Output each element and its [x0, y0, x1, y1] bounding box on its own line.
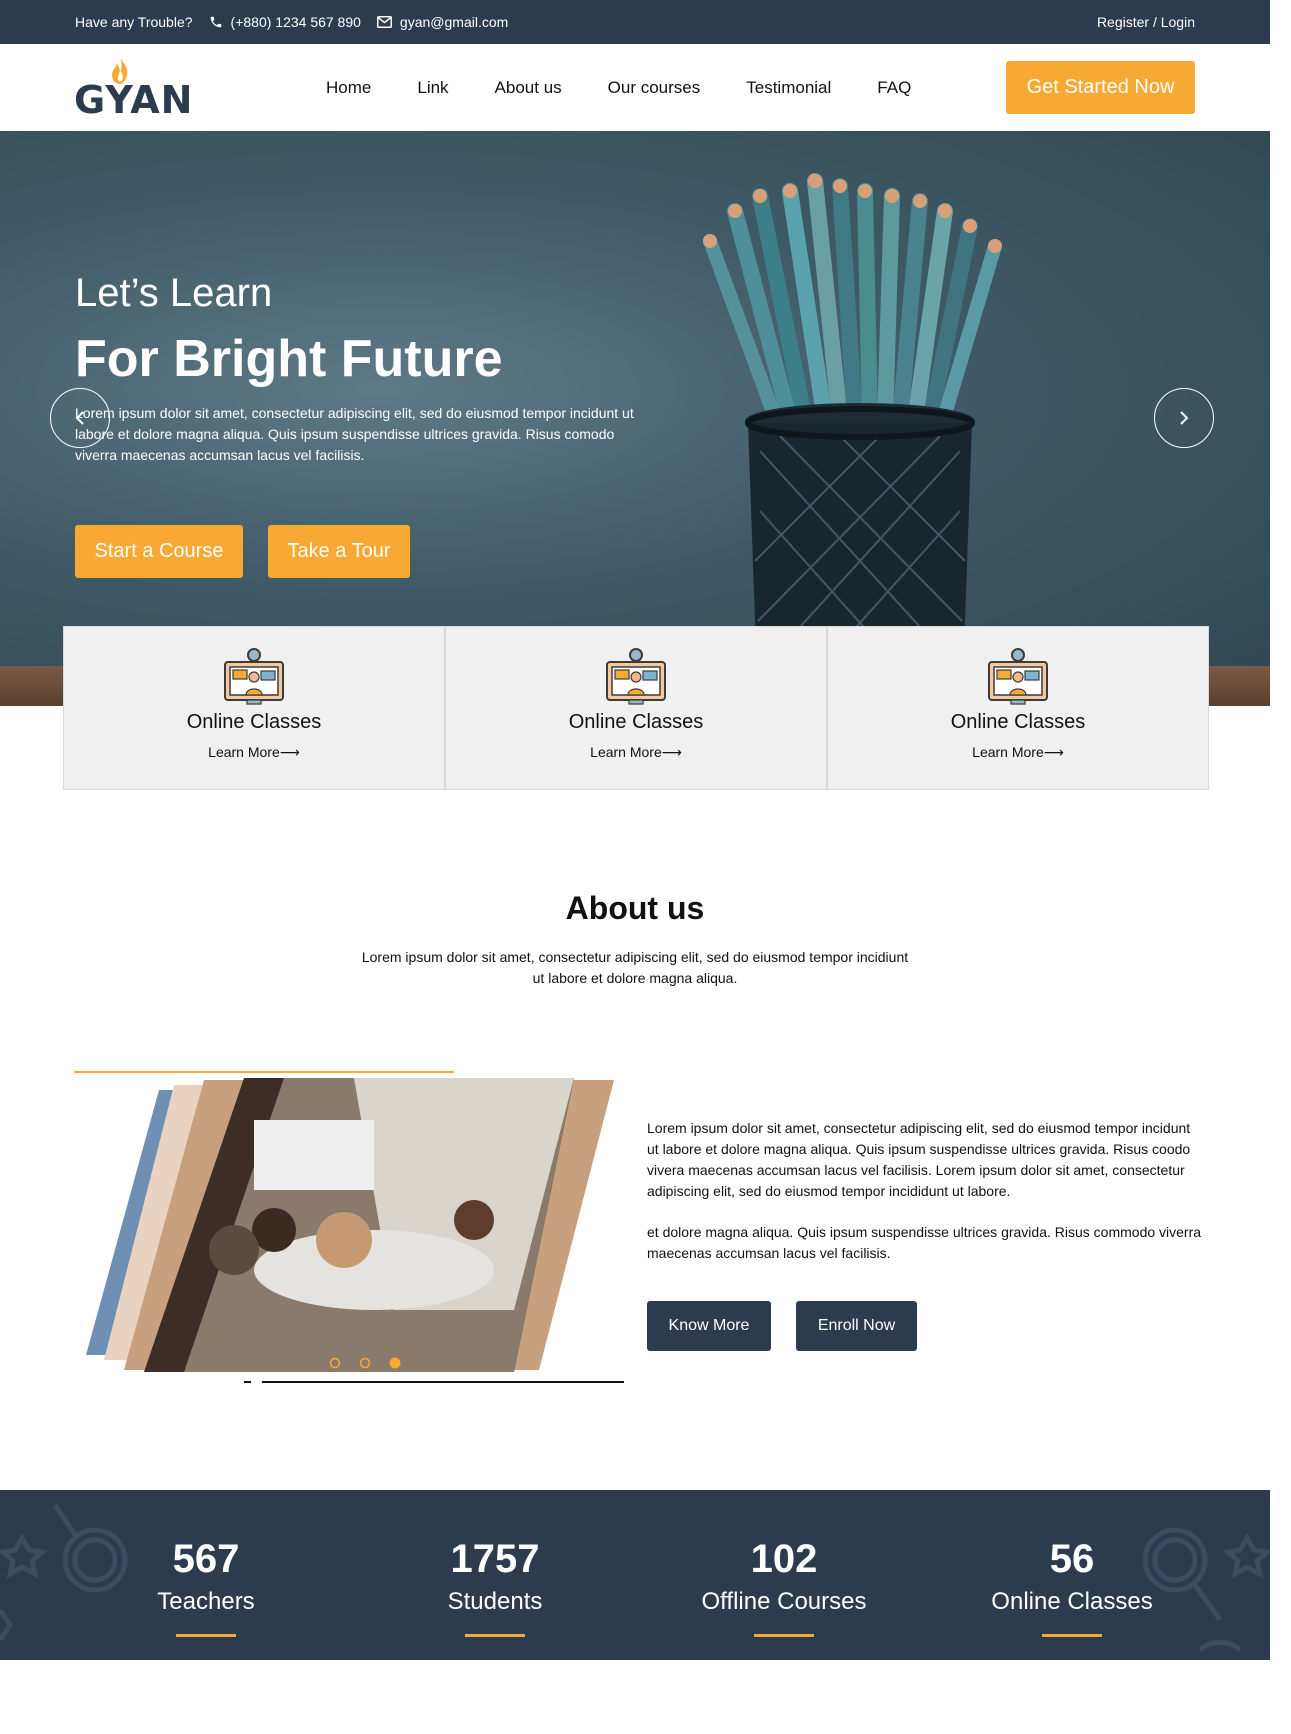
stat-number: 567: [172, 1537, 240, 1581]
slider-next-button[interactable]: [1154, 388, 1214, 448]
stat-label: Students: [447, 1588, 543, 1615]
nav-faq[interactable]: FAQ: [877, 78, 911, 98]
stat-number: 1757: [450, 1537, 540, 1581]
feature-card-title: Online Classes: [568, 711, 704, 733]
trouble-text: Have any Trouble?: [75, 14, 193, 30]
nav-our-courses[interactable]: Our courses: [608, 78, 701, 98]
stat-underline: [176, 1634, 236, 1637]
hero-slider: Let’s Learn For Bright Future Lorem ipsu…: [0, 131, 1270, 706]
slider-prev-button[interactable]: [50, 388, 110, 448]
carousel-dots[interactable]: [328, 1356, 408, 1370]
feature-card-title: Online Classes: [186, 711, 322, 733]
hero-title: For Bright Future: [75, 330, 503, 388]
hero-description: Lorem ipsum dolor sit amet, consectetur …: [75, 405, 634, 463]
about-image-carousel: [74, 1071, 624, 1383]
chevron-right-icon: [1180, 411, 1189, 425]
about-subtitle: Lorem ipsum dolor sit amet, consectetur …: [361, 949, 909, 986]
email-contact[interactable]: gyan@gmail.com: [376, 14, 509, 30]
learn-more-link[interactable]: Learn More⟶: [972, 744, 1064, 761]
carousel-dot-3-active: [389, 1357, 401, 1369]
about-paragraph-2: et dolore magna aliqua. Quis ipsum suspe…: [647, 1224, 1202, 1261]
learn-more-link[interactable]: Learn More⟶: [208, 744, 300, 761]
feature-card-title: Online Classes: [950, 711, 1086, 733]
carousel-dot-2: [359, 1357, 371, 1369]
stat-online-classes: 56 Online Classes: [952, 1490, 1192, 1637]
take-tour-button[interactable]: Take a Tour: [268, 525, 410, 578]
stat-number: 102: [750, 1537, 818, 1581]
nav-home[interactable]: Home: [326, 78, 371, 98]
top-bar: Have any Trouble? (+880) 1234 567 890 gy…: [0, 0, 1270, 44]
phone-icon: [209, 15, 223, 29]
feature-card[interactable]: Online Classes Learn More⟶: [63, 626, 445, 790]
stat-underline: [465, 1634, 525, 1637]
stat-number: 56: [1049, 1537, 1095, 1581]
hero-subtitle: Let’s Learn: [75, 271, 273, 315]
carousel-dot-1: [329, 1357, 341, 1369]
online-class-icon: [606, 648, 666, 705]
stat-students: 1757 Students: [375, 1490, 615, 1637]
stat-offline-courses: 102 Offline Courses: [664, 1490, 904, 1637]
stat-label: Offline Courses: [701, 1588, 867, 1615]
enroll-now-button[interactable]: Enroll Now: [796, 1301, 917, 1351]
logo-text: GYAN: [74, 78, 194, 122]
stat-underline: [754, 1634, 814, 1637]
stat-underline: [1042, 1634, 1102, 1637]
nav-link[interactable]: Link: [417, 78, 448, 98]
phone-number: (+880) 1234 567 890: [230, 14, 361, 30]
main-navbar: GYAN Home Link About us Our courses Test…: [0, 44, 1270, 131]
pencil-cup-image: [703, 173, 1002, 706]
feature-card[interactable]: Online Classes Learn More⟶: [445, 626, 827, 790]
online-class-icon: [988, 648, 1048, 705]
about-title: About us: [565, 890, 705, 926]
nav-menu: Home Link About us Our courses Testimoni…: [326, 44, 911, 131]
feature-card[interactable]: Online Classes Learn More⟶: [827, 626, 1209, 790]
stat-label: Online Classes: [991, 1588, 1153, 1615]
about-paragraph-1: Lorem ipsum dolor sit amet, consectetur …: [647, 1120, 1191, 1199]
mail-icon: [376, 16, 392, 28]
get-started-button[interactable]: Get Started Now: [1006, 61, 1195, 114]
phone-contact[interactable]: (+880) 1234 567 890: [209, 14, 361, 30]
email-address: gyan@gmail.com: [399, 14, 509, 30]
chevron-left-icon: [75, 411, 84, 425]
stat-teachers: 567 Teachers: [86, 1490, 326, 1637]
learn-more-link[interactable]: Learn More⟶: [590, 744, 682, 761]
nav-testimonial[interactable]: Testimonial: [746, 78, 831, 98]
stat-label: Teachers: [157, 1588, 255, 1615]
feature-cards: Online Classes Learn More⟶ Online Classe…: [63, 626, 1209, 790]
online-class-icon: [224, 648, 284, 705]
about-text: Lorem ipsum dolor sit amet, consectetur …: [647, 1118, 1202, 1264]
start-course-button[interactable]: Start a Course: [75, 525, 243, 578]
logo[interactable]: GYAN: [74, 56, 192, 124]
nav-about-us[interactable]: About us: [495, 78, 562, 98]
register-login-link[interactable]: Register / Login: [1097, 14, 1195, 30]
stats-section: 567 Teachers 1757 Students 102 Offline C…: [0, 1490, 1270, 1660]
know-more-button[interactable]: Know More: [647, 1301, 771, 1351]
